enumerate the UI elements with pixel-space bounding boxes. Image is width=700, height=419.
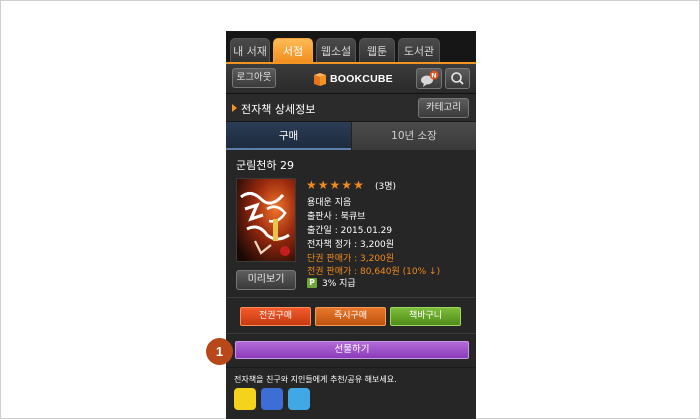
top-tab-bar: 내 서재 서점 웹소설 웹툰 도서관 bbox=[226, 31, 476, 64]
rating-count: (3명) bbox=[375, 182, 397, 192]
category-button[interactable]: 카테고리 bbox=[418, 98, 469, 118]
callout-marker: 1 bbox=[206, 338, 233, 365]
facebook-share-icon[interactable] bbox=[261, 388, 283, 410]
section-arrow-icon bbox=[232, 104, 237, 112]
phone-screen: 내 서재 서점 웹소설 웹툰 도서관 로그아웃 BOOKCUBE N 전자책 상… bbox=[226, 31, 476, 419]
gift-button[interactable]: 선물하기 bbox=[235, 341, 469, 359]
star-icon: ★ bbox=[306, 178, 317, 192]
tab-buy[interactable]: 구매 bbox=[226, 122, 351, 150]
book-publisher: 출판사 : 북큐브 bbox=[307, 212, 366, 222]
ebook-list-price: 전자책 정가 : 3,200원 bbox=[307, 240, 395, 250]
tab-web-novel[interactable]: 웹소설 bbox=[316, 38, 356, 63]
outer-frame: 내 서재 서점 웹소설 웹툰 도서관 로그아웃 BOOKCUBE N 전자책 상… bbox=[0, 0, 700, 419]
speech-bubble-icon: N bbox=[421, 70, 439, 87]
book-logo-icon bbox=[314, 72, 326, 86]
search-icon bbox=[451, 72, 464, 85]
point-text: 3% 지급 bbox=[322, 279, 356, 289]
tab-webtoon[interactable]: 웹툰 bbox=[359, 38, 395, 63]
search-button[interactable] bbox=[445, 68, 470, 89]
bookcube-logo: BOOKCUBE bbox=[313, 72, 393, 86]
star-icon: ★ bbox=[341, 178, 353, 192]
notification-button[interactable]: N bbox=[416, 68, 442, 89]
section-title: 전자책 상세정보 bbox=[241, 103, 316, 116]
tab-my-library[interactable]: 내 서재 bbox=[230, 38, 270, 63]
book-published-date: 출간일 : 2015.01.29 bbox=[307, 226, 393, 236]
purchase-tabs: 구매 10년 소장 bbox=[226, 122, 476, 150]
star-icon: ★ bbox=[353, 178, 364, 192]
single-volume-price: 단권 판매가 : 3,200원 bbox=[307, 254, 395, 264]
book-author: 용대운 지음 bbox=[307, 198, 352, 208]
divider bbox=[226, 297, 476, 298]
rating-stars: ★ ★ ★ ★ ★ bbox=[306, 179, 365, 191]
notify-badge: N bbox=[431, 72, 436, 80]
divider bbox=[226, 367, 476, 368]
point-reward: P 3% 지급 bbox=[307, 276, 356, 289]
point-icon: P bbox=[307, 277, 317, 288]
tab-bookstore[interactable]: 서점 bbox=[273, 38, 313, 63]
app-header: 로그아웃 BOOKCUBE N bbox=[226, 64, 476, 94]
star-icon: ★ bbox=[329, 178, 341, 192]
buy-now-button[interactable]: 즉시구매 bbox=[315, 307, 386, 326]
tab-10-year-own[interactable]: 10년 소장 bbox=[351, 122, 476, 150]
add-to-cart-button[interactable]: 책바구니 bbox=[390, 307, 461, 326]
book-title: 군림천하 29 bbox=[236, 159, 294, 172]
share-icons bbox=[234, 388, 315, 410]
tab-library[interactable]: 도서관 bbox=[398, 38, 440, 63]
buy-all-button[interactable]: 전권구매 bbox=[240, 307, 311, 326]
logo-text: BOOKCUBE bbox=[330, 73, 393, 85]
kakaotalk-share-icon[interactable] bbox=[234, 388, 256, 410]
star-icon: ★ bbox=[317, 178, 329, 192]
divider bbox=[226, 333, 476, 334]
logout-button[interactable]: 로그아웃 bbox=[232, 68, 276, 88]
cover-art bbox=[237, 179, 295, 261]
section-bar: 전자책 상세정보 카테고리 bbox=[226, 94, 476, 122]
share-description: 전자책을 친구와 지인들에게 추천/공유 해보세요. bbox=[234, 375, 397, 384]
twitter-share-icon[interactable] bbox=[288, 388, 310, 410]
book-cover-image[interactable] bbox=[236, 178, 296, 262]
preview-button[interactable]: 미리보기 bbox=[236, 270, 296, 290]
